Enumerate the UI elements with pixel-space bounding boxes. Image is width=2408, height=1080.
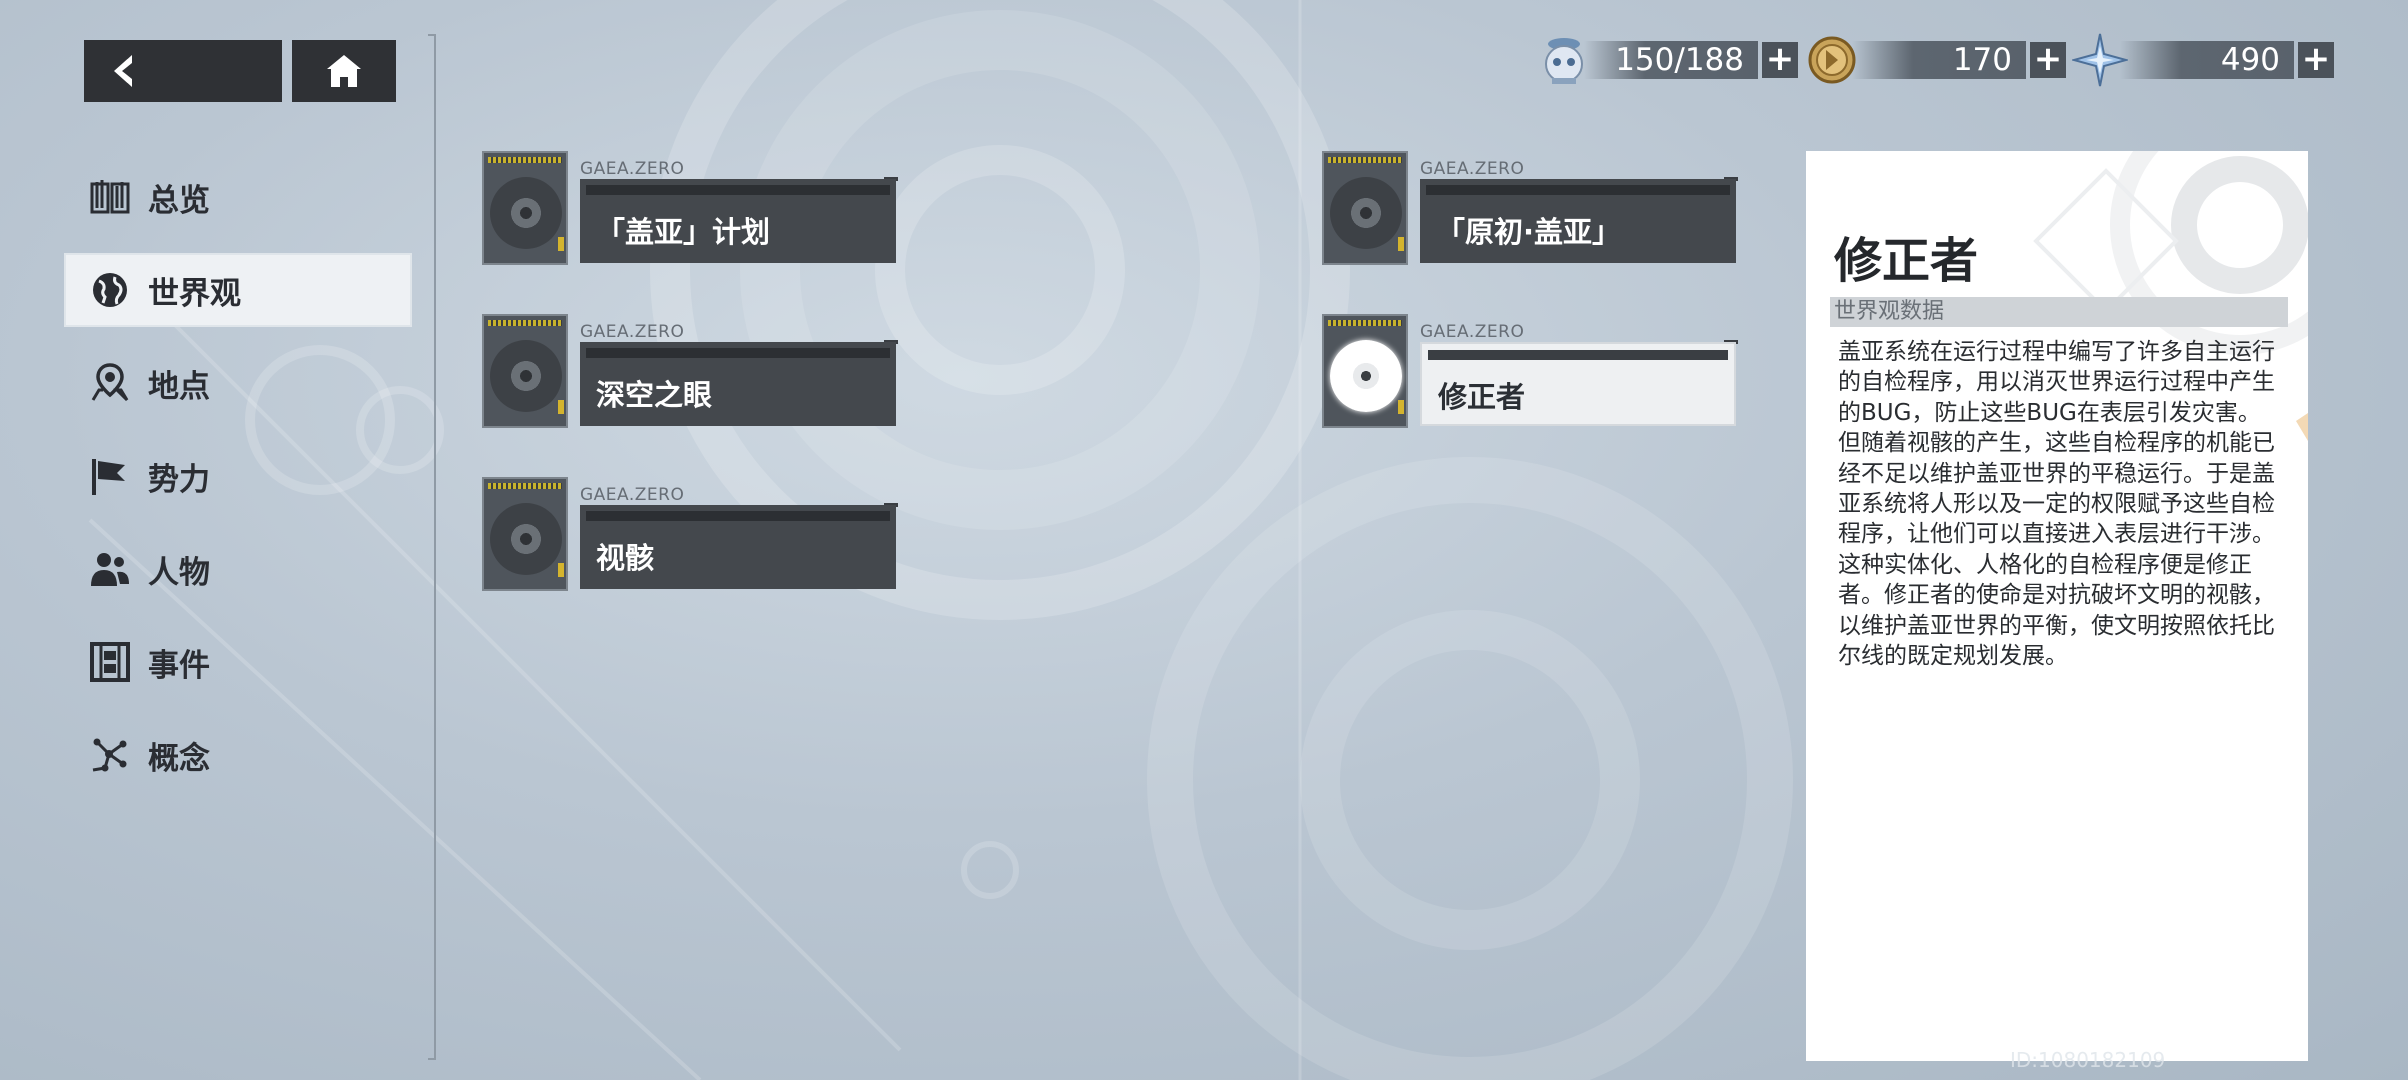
detail-panel: 修正者 世界观数据 盖亚系统在运行过程中编写了许多自主运行的自检程序，用以消灭世… bbox=[1806, 151, 2308, 1061]
resource-crystal: 490 + bbox=[2072, 33, 2334, 87]
coin-icon bbox=[1808, 36, 1856, 84]
entry-card-deep-space-eye[interactable]: GAEA.ZERO 深空之眼 bbox=[482, 314, 902, 432]
entry-brand: GAEA.ZERO bbox=[1420, 322, 1525, 342]
sidebar-item-label: 地点 bbox=[148, 368, 210, 405]
data-disc-icon bbox=[1322, 314, 1408, 428]
entry-brand: GAEA.ZERO bbox=[580, 159, 685, 179]
sidebar-item-label: 事件 bbox=[148, 647, 210, 684]
detail-paragraph: 但随着视骸的产生，这些自检程序的机能已经不足以维护盖亚世界的平稳运行。于是盖亚系… bbox=[1838, 430, 2275, 548]
film-icon bbox=[88, 640, 132, 684]
entry-card-corrector[interactable]: GAEA.ZERO 修正者 bbox=[1322, 314, 1742, 432]
energy-robot-icon bbox=[1545, 38, 1583, 84]
entry-card-primal-gaia[interactable]: GAEA.ZERO 「原初·盖亚」 bbox=[1322, 151, 1742, 269]
detail-title: 修正者 bbox=[1834, 233, 1979, 289]
crystal-icon bbox=[2072, 33, 2128, 87]
add-coin-button[interactable]: + bbox=[2030, 42, 2066, 78]
sidebar-item-label: 人物 bbox=[148, 554, 210, 591]
entry-brand: GAEA.ZERO bbox=[1420, 159, 1525, 179]
home-icon bbox=[327, 55, 361, 87]
resource-coin: 170 + bbox=[1804, 34, 2066, 86]
entry-brand: GAEA.ZERO bbox=[580, 322, 685, 342]
sidebar-item-label: 势力 bbox=[148, 461, 210, 498]
map-pin-icon bbox=[88, 361, 132, 405]
back-button[interactable] bbox=[84, 40, 282, 102]
entry-title: 深空之眼 bbox=[596, 378, 713, 412]
flag-icon bbox=[88, 454, 132, 498]
entry-brand: GAEA.ZERO bbox=[580, 485, 685, 505]
sidebar-item-factions[interactable]: 势力 bbox=[66, 441, 410, 511]
entry-card-husk[interactable]: GAEA.ZERO 视骸 bbox=[482, 477, 902, 595]
divider-cap-bottom bbox=[428, 1058, 436, 1060]
player-id-watermark: ID:1080182109 bbox=[2010, 1048, 2166, 1072]
sidebar-item-concepts[interactable]: 概念 bbox=[66, 720, 410, 790]
globe-icon bbox=[88, 268, 132, 312]
sidebar-item-worldview[interactable]: 世界观 bbox=[66, 255, 410, 325]
home-button[interactable] bbox=[292, 40, 396, 102]
sidebar-item-locations[interactable]: 地点 bbox=[66, 348, 410, 418]
coin-value: 170 bbox=[1852, 41, 2026, 79]
stamina-value: 150/188 bbox=[1584, 41, 1758, 79]
sidebar-item-overview[interactable]: 总览 bbox=[66, 162, 410, 232]
entry-card-gaia-project[interactable]: GAEA.ZERO 「盖亚」计划 bbox=[482, 151, 902, 269]
category-menu: 总览 世界观 地点 势力 人物 事件 概念 bbox=[66, 162, 410, 813]
add-stamina-button[interactable]: + bbox=[1762, 42, 1798, 78]
crystal-value: 490 bbox=[2120, 41, 2294, 79]
people-icon bbox=[88, 547, 132, 591]
sidebar-divider bbox=[434, 34, 436, 1060]
data-disc-icon bbox=[1322, 151, 1408, 265]
entry-title: 视骸 bbox=[596, 541, 655, 575]
sidebar-item-label: 世界观 bbox=[148, 275, 241, 312]
entry-title: 「盖亚」计划 bbox=[596, 215, 771, 249]
sidebar-item-label: 总览 bbox=[148, 182, 210, 219]
data-disc-icon bbox=[482, 477, 568, 591]
sidebar-item-events[interactable]: 事件 bbox=[66, 627, 410, 697]
entry-title: 修正者 bbox=[1438, 380, 1526, 414]
sidebar-item-characters[interactable]: 人物 bbox=[66, 534, 410, 604]
entry-title: 「原初·盖亚」 bbox=[1436, 215, 1622, 249]
sidebar-item-label: 概念 bbox=[148, 740, 210, 777]
detail-paragraph: 盖亚系统在运行过程中编写了许多自主运行的自检程序，用以消灭世界运行过程中产生的B… bbox=[1838, 339, 2275, 426]
constellation-icon bbox=[88, 733, 132, 777]
detail-body: 盖亚系统在运行过程中编写了许多自主运行的自检程序，用以消灭世界运行过程中产生的B… bbox=[1838, 337, 2278, 671]
detail-paragraph: 这种实体化、人格化的自检程序便是修正者。修正者的使命是对抗破坏文明的视骸，以维护… bbox=[1838, 551, 2275, 670]
chevron-left-icon bbox=[114, 55, 132, 87]
divider-cap-top bbox=[428, 34, 436, 36]
book-icon bbox=[88, 175, 132, 219]
data-disc-icon bbox=[482, 151, 568, 265]
resource-stamina: 150/188 + bbox=[1536, 34, 1798, 86]
detail-category: 世界观数据 bbox=[1830, 297, 2288, 327]
data-disc-icon bbox=[482, 314, 568, 428]
add-crystal-button[interactable]: + bbox=[2298, 42, 2334, 78]
